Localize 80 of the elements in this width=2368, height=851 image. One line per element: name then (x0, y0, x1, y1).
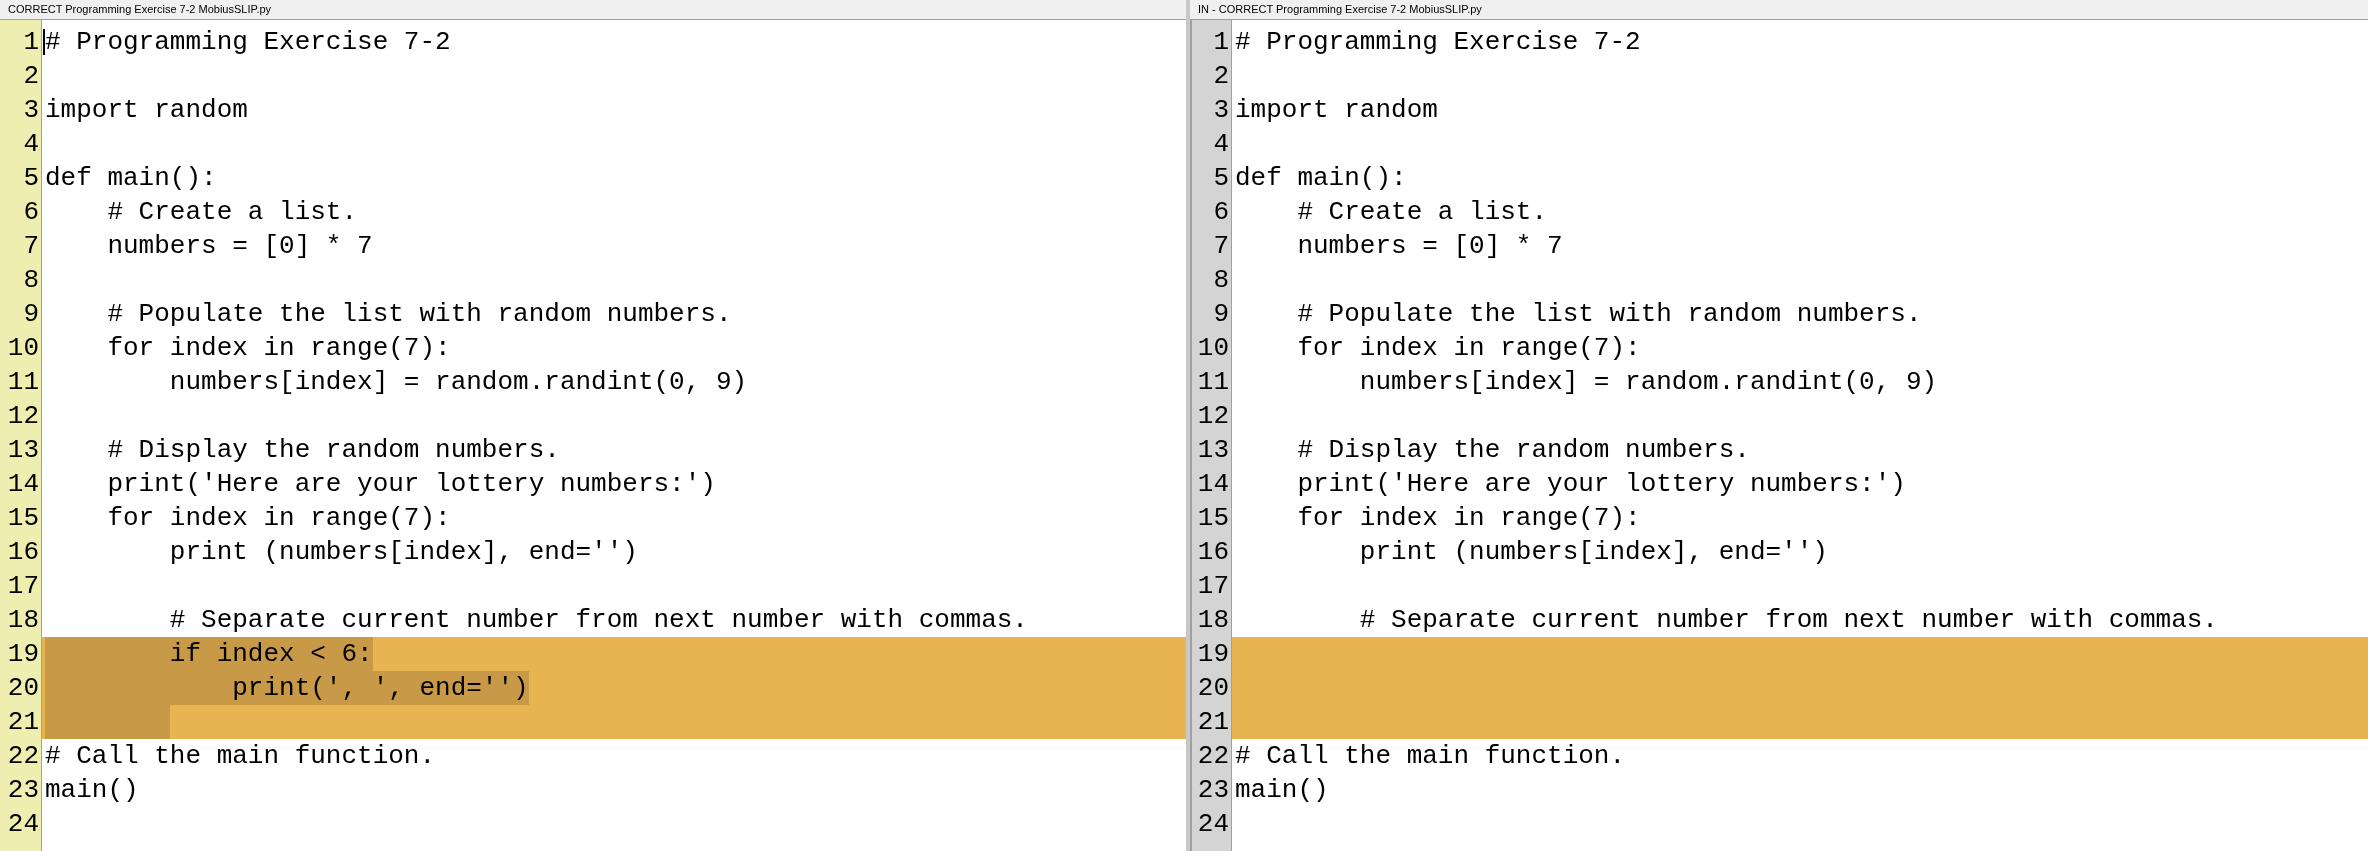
line-number: 6 (22, 196, 40, 229)
line-number: 13 (6, 434, 40, 467)
code-line: numbers = [0] * 7 (1296, 230, 1563, 263)
line-number: 5 (1212, 162, 1230, 195)
code-line: for index in range(7): (1296, 502, 1641, 535)
code-line: # Separate current number from next number with commas. (1358, 604, 2218, 637)
line-number: 2 (1212, 60, 1230, 93)
code-line: # Populate the list with random numbers. (106, 298, 732, 331)
code-line: for index in range(7): (106, 502, 451, 535)
line-number: 11 (6, 366, 40, 399)
line-number: 1 (22, 26, 40, 59)
line-number: 11 (1196, 366, 1230, 399)
code-line: print('Here are your lottery numbers:') (106, 468, 716, 501)
line-number: 4 (22, 128, 40, 161)
code-line: print (numbers[index], end='') (168, 536, 638, 569)
line-number: 23 (1196, 774, 1230, 807)
code-line: for index in range(7): (106, 332, 451, 365)
code-line: import random (1235, 94, 1438, 127)
code-line: # Programming Exercise 7-2 (1235, 26, 1641, 59)
code-line: numbers[index] = random.randint(0, 9) (168, 366, 748, 399)
code-line: # Separate current number from next number with commas. (168, 604, 1028, 637)
line-number: 14 (1196, 468, 1230, 501)
line-number: 17 (6, 570, 40, 603)
line-number: 17 (1196, 570, 1230, 603)
line-number: 4 (1212, 128, 1230, 161)
line-number: 23 (6, 774, 40, 807)
line-number: 21 (6, 706, 40, 739)
code-line: numbers[index] = random.randint(0, 9) (1358, 366, 1938, 399)
line-number: 3 (22, 94, 40, 127)
line-number: 8 (1212, 264, 1230, 297)
line-number: 16 (1196, 536, 1230, 569)
line-number: 10 (6, 332, 40, 365)
line-number: 12 (6, 400, 40, 433)
code-line: numbers = [0] * 7 (106, 230, 373, 263)
code-line: main() (45, 774, 139, 807)
code-line: def main(): (45, 162, 217, 195)
line-number: 20 (6, 672, 40, 705)
code-line: # Call the main function. (1235, 740, 1626, 773)
line-number: 24 (6, 808, 40, 841)
line-number: 15 (6, 502, 40, 535)
code-line: # Display the random numbers. (106, 434, 560, 467)
line-number: 18 (6, 604, 40, 637)
code-line: def main(): (1235, 162, 1407, 195)
code-line: # Create a list. (1296, 196, 1548, 229)
pane-title: CORRECT Programming Exercise 7-2 MobiusSLIP.py (8, 2, 272, 18)
line-number: 19 (1196, 638, 1230, 671)
code-line: for index in range(7): (1296, 332, 1641, 365)
line-number: 24 (1196, 808, 1230, 841)
line-number: 10 (1196, 332, 1230, 365)
code-line: # Populate the list with random numbers. (1296, 298, 1922, 331)
code-line: print('Here are your lottery numbers:') (1296, 468, 1906, 501)
pane-title: IN - CORRECT Programming Exercise 7-2 MobiusSLIP.py (1198, 2, 1482, 18)
line-number: 12 (1196, 400, 1230, 433)
line-number: 9 (1212, 298, 1230, 331)
line-number: 1 (1212, 26, 1230, 59)
code-line: # Display the random numbers. (1296, 434, 1750, 467)
line-number: 6 (1212, 196, 1230, 229)
line-number: 18 (1196, 604, 1230, 637)
code-line: # Create a list. (106, 196, 358, 229)
code-line: print (numbers[index], end='') (1358, 536, 1828, 569)
line-number: 9 (22, 298, 40, 331)
line-number: 13 (1196, 434, 1230, 467)
line-number: 22 (1196, 740, 1230, 773)
line-number: 16 (6, 536, 40, 569)
line-number: 2 (22, 60, 40, 93)
line-number: 19 (6, 638, 40, 671)
code-line: import random (45, 94, 248, 127)
line-number: 14 (6, 468, 40, 501)
line-number: 21 (1196, 706, 1230, 739)
line-number: 3 (1212, 94, 1230, 127)
code-line: # Call the main function. (45, 740, 436, 773)
code-line: # Programming Exercise 7-2 (45, 26, 451, 59)
line-number: 15 (1196, 502, 1230, 535)
line-number: 8 (22, 264, 40, 297)
line-number: 5 (22, 162, 40, 195)
line-number: 20 (1196, 672, 1230, 705)
line-number: 7 (1212, 230, 1230, 263)
line-number: 22 (6, 740, 40, 773)
line-number: 7 (22, 230, 40, 263)
code-line: main() (1235, 774, 1329, 807)
